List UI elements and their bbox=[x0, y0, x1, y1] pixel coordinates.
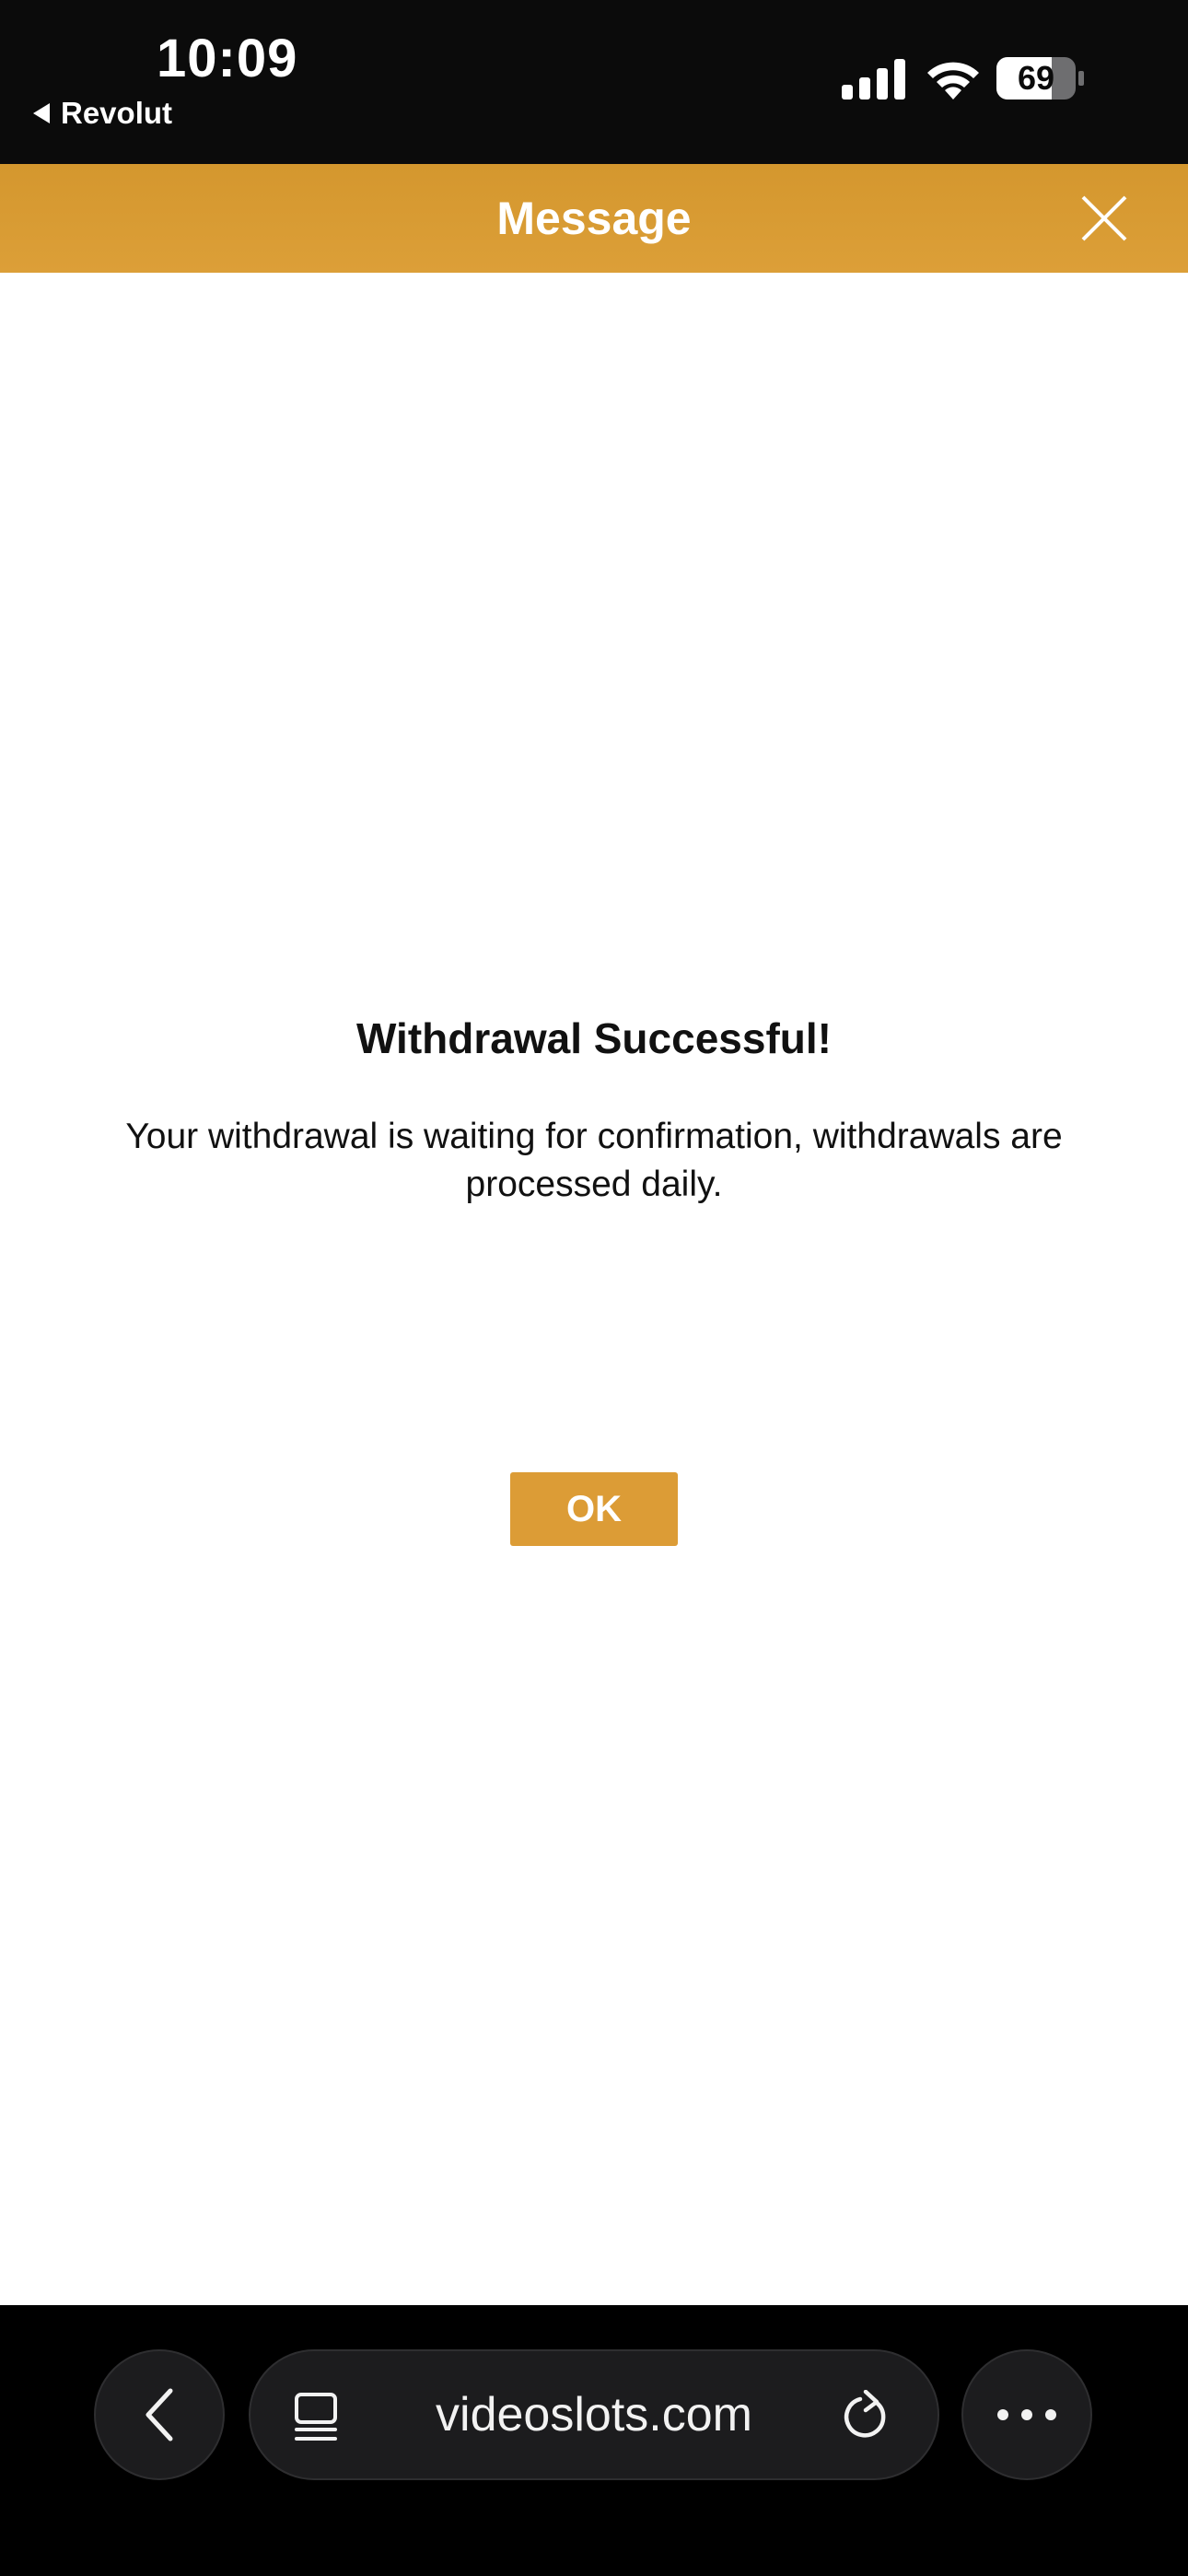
chevron-left-icon bbox=[146, 2388, 173, 2441]
browser-back-button[interactable] bbox=[94, 2349, 225, 2480]
reload-icon[interactable] bbox=[840, 2390, 891, 2443]
dialog-title: Withdrawal Successful! bbox=[356, 1014, 832, 1062]
ok-button[interactable]: OK bbox=[510, 1472, 678, 1546]
battery-level: 69 bbox=[1017, 59, 1055, 97]
url-text: videoslots.com bbox=[436, 2388, 752, 2441]
back-to-app-link[interactable]: Revolut bbox=[33, 96, 172, 131]
back-triangle-icon bbox=[33, 103, 50, 123]
close-icon[interactable] bbox=[1079, 193, 1129, 243]
status-bar: 10:09 Revolut 69 bbox=[0, 0, 1188, 164]
message-header: Message bbox=[0, 164, 1188, 273]
more-options-button[interactable] bbox=[961, 2349, 1092, 2480]
back-app-label: Revolut bbox=[61, 96, 173, 130]
signal-icon bbox=[842, 59, 905, 100]
status-time: 10:09 bbox=[157, 29, 298, 88]
header-title: Message bbox=[496, 193, 692, 244]
address-bar[interactable]: videoslots.com bbox=[249, 2349, 939, 2480]
dialog-message: Your withdrawal is waiting for confirmat… bbox=[125, 1117, 1063, 1204]
battery-icon: 69 bbox=[996, 57, 1085, 104]
wifi-icon bbox=[927, 62, 979, 100]
more-icon bbox=[997, 2409, 1056, 2420]
